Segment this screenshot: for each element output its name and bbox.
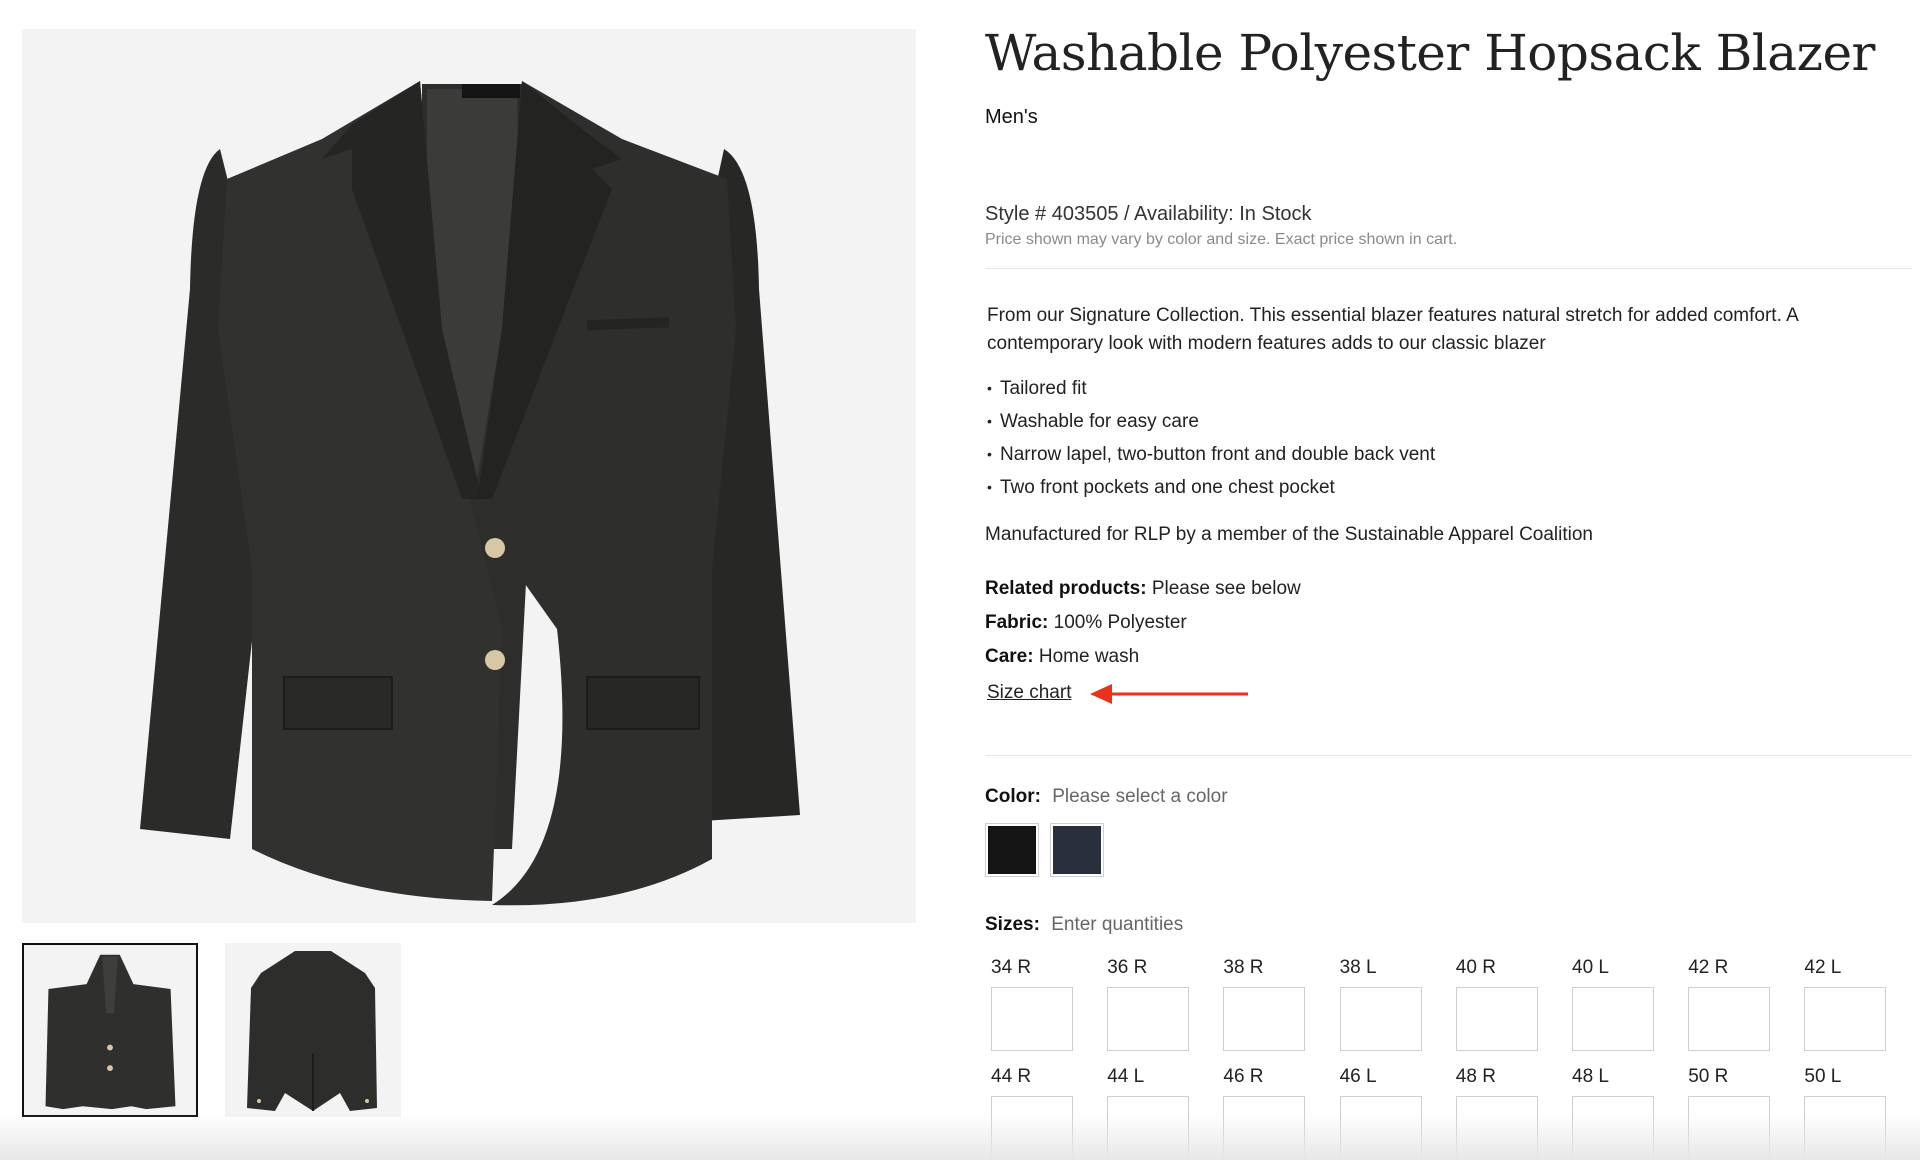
style-availability: Style # 403505 / Availability: In Stock	[985, 203, 1312, 225]
size-quantity-input[interactable]	[1223, 987, 1306, 1051]
feature-item: Tailored fit	[987, 372, 1435, 405]
sizes-label: Sizes:	[985, 914, 1040, 935]
color-selector-label: Color: Please select a color	[985, 786, 1228, 808]
red-arrow-icon	[1090, 684, 1248, 704]
size-quantity-input[interactable]	[1455, 987, 1538, 1051]
size-cell: 34 R	[991, 957, 1073, 1051]
size-label: 46 L	[1339, 1066, 1377, 1087]
swatch-fill	[988, 826, 1036, 874]
related-products: Related products: Please see below	[985, 578, 1301, 600]
size-chart-link[interactable]: Size chart	[987, 682, 1071, 704]
size-label: 38 R	[1223, 957, 1264, 978]
color-placeholder: Please select a color	[1052, 786, 1228, 807]
size-cell: 40 L	[1572, 957, 1654, 1051]
color-swatch-black[interactable]	[985, 823, 1039, 877]
size-label: 36 R	[1107, 957, 1148, 978]
size-label: 40 R	[1455, 957, 1496, 978]
size-label: 46 R	[1223, 1066, 1264, 1087]
product-main-image[interactable]	[22, 29, 916, 923]
divider	[985, 755, 1912, 756]
size-label: 48 R	[1455, 1066, 1496, 1087]
size-cell: 42 R	[1688, 957, 1771, 1051]
size-label: 42 R	[1688, 957, 1729, 978]
related-products-label: Related products:	[985, 578, 1147, 599]
size-label: 50 R	[1688, 1066, 1729, 1087]
feature-list: Tailored fit Washable for easy care Narr…	[987, 372, 1435, 504]
size-quantity-input[interactable]	[991, 987, 1073, 1051]
related-products-value: Please see below	[1151, 578, 1301, 599]
size-quantity-input[interactable]	[1804, 987, 1887, 1051]
manufacturing-note: Manufactured for RLP by a member of the …	[985, 524, 1593, 545]
size-label: 44 R	[991, 1066, 1032, 1087]
size-quantity-input[interactable]	[1107, 987, 1190, 1051]
size-quantity-input[interactable]	[1339, 987, 1422, 1051]
size-label: 42 L	[1804, 957, 1842, 978]
size-cell: 38 R	[1223, 957, 1306, 1051]
product-description: From our Signature Collection. This esse…	[987, 305, 1798, 354]
fabric-value: 100% Polyester	[1053, 612, 1187, 633]
sizes-hint: Enter quantities	[1051, 914, 1184, 935]
size-cell: 40 R	[1455, 957, 1538, 1051]
thumbnail-front[interactable]	[22, 943, 198, 1117]
size-cell: 42 L	[1804, 957, 1887, 1051]
feature-item: Two front pockets and one chest pocket	[987, 471, 1435, 504]
size-cell: 38 L	[1339, 957, 1422, 1051]
size-label: 34 R	[991, 957, 1032, 978]
blazer-front-image	[140, 81, 800, 906]
fabric-label: Fabric:	[985, 612, 1049, 633]
divider	[985, 268, 1912, 269]
blazer-back-thumbnail-icon	[247, 951, 377, 1111]
thumbnail-back[interactable]	[225, 943, 401, 1117]
color-label: Color:	[985, 786, 1041, 807]
size-quantity-input[interactable]	[1572, 987, 1654, 1051]
feature-item: Narrow lapel, two-button front and doubl…	[987, 438, 1435, 471]
sizes-label-row: Sizes: Enter quantities	[985, 914, 1183, 936]
product-gender: Men's	[985, 106, 1038, 128]
color-swatch-navy[interactable]	[1050, 823, 1104, 877]
size-label: 44 L	[1107, 1066, 1145, 1087]
size-cell: 36 R	[1107, 957, 1190, 1051]
fabric-info: Fabric: 100% Polyester	[985, 612, 1187, 634]
care-value: Home wash	[1038, 646, 1140, 667]
size-label: 48 L	[1572, 1066, 1609, 1087]
size-label: 50 L	[1804, 1066, 1842, 1087]
care-label: Care:	[985, 646, 1034, 667]
swatch-fill	[1053, 826, 1101, 874]
size-label: 38 L	[1339, 957, 1377, 978]
care-info: Care: Home wash	[985, 646, 1139, 668]
size-quantity-input[interactable]	[1688, 987, 1771, 1051]
size-label: 40 L	[1572, 957, 1609, 978]
blazer-front-thumbnail-icon	[45, 954, 176, 1110]
price-note: Price shown may vary by color and size. …	[985, 231, 1458, 248]
bottom-fade	[0, 1114, 1920, 1160]
product-title: Washable Polyester Hopsack Blazer	[985, 24, 1875, 82]
feature-item: Washable for easy care	[987, 405, 1435, 438]
